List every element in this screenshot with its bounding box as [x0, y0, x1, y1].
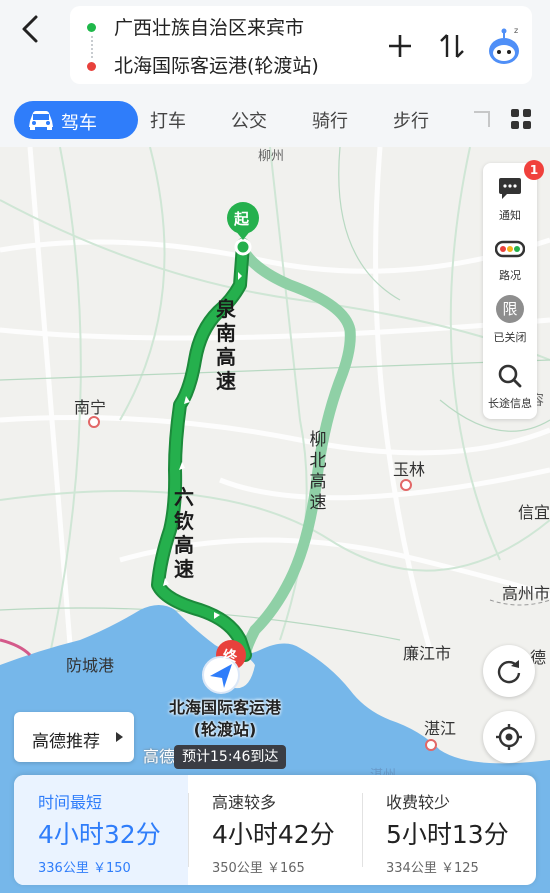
- svg-text:z: z: [514, 26, 518, 35]
- city-dot-nanning: [88, 416, 100, 428]
- city-label-gaozhou: 高州市: [502, 584, 550, 603]
- origin-dot-icon: [87, 23, 96, 32]
- route-duration: 4小时42分: [212, 820, 335, 849]
- traffic-button[interactable]: 路况: [483, 229, 537, 289]
- start-marker-label: 起: [234, 210, 250, 228]
- city-label-xinyi: 信宜: [518, 503, 550, 522]
- tab-more-partial: [474, 111, 490, 127]
- refresh-icon: [497, 660, 521, 684]
- locate-button[interactable]: [483, 711, 535, 763]
- swap-route-icon[interactable]: [434, 28, 470, 64]
- locate-crosshair-icon: [496, 724, 522, 750]
- city-dot-yulin: [400, 479, 412, 491]
- route-distance-cost: 350公里 ￥165: [212, 861, 305, 876]
- add-waypoint-icon[interactable]: [382, 28, 418, 64]
- search-info-button[interactable]: 长途信息: [483, 355, 537, 415]
- car-icon: [29, 111, 53, 130]
- message-icon: [499, 178, 521, 199]
- city-label-zhanjiang: 湛江: [424, 719, 457, 738]
- tab-cycle[interactable]: 骑行: [312, 107, 348, 133]
- destination-field[interactable]: 北海国际客运港(轮渡站): [114, 51, 319, 78]
- origin-field[interactable]: 广西壮族自治区来宾市: [114, 13, 304, 40]
- top-bar: 广西壮族自治区来宾市 北海国际客运港(轮渡站) z: [0, 0, 550, 95]
- route-connector: [91, 36, 94, 58]
- caret-right-icon: [116, 732, 123, 742]
- notify-count-badge: 1: [524, 160, 544, 180]
- route-options-panel: 时间最短 4小时32分 336公里 ￥150 高速较多 4小时42分 350公里…: [14, 775, 536, 885]
- refresh-button[interactable]: [483, 645, 535, 697]
- route-tag: 高速较多: [212, 793, 277, 812]
- map-tools-panel: 通知 路况 限 已关闭 长途信息: [483, 163, 537, 419]
- gaode-recommend-button[interactable]: 高德推荐: [14, 712, 134, 762]
- road-label-liubei: 柳北高速: [309, 430, 327, 513]
- route-distance-cost: 334公里 ￥125: [386, 861, 479, 876]
- city-label-top: 柳州: [258, 149, 285, 164]
- route-duration: 5小时13分: [386, 820, 509, 849]
- arrival-time-badge: 预计15:46到达: [174, 745, 287, 769]
- tab-drive-label: 驾车: [61, 113, 97, 134]
- notify-label: 通知: [499, 209, 521, 222]
- traffic-label: 路况: [499, 269, 521, 282]
- grid-menu-icon[interactable]: [510, 108, 532, 130]
- tab-walk[interactable]: 步行: [393, 107, 429, 133]
- city-label-yulin: 玉林: [393, 460, 426, 479]
- city-label-nanning: 南宁: [74, 398, 107, 417]
- back-arrow-icon[interactable]: [16, 12, 46, 46]
- route-duration: 4小时32分: [38, 820, 161, 849]
- limit-label: 已关闭: [493, 331, 527, 344]
- road-label-quannan: 泉南高速: [216, 297, 236, 393]
- tab-taxi[interactable]: 打车: [150, 107, 186, 133]
- city-dot-zhanjiang: [425, 739, 437, 751]
- destination-dot-icon: [87, 62, 96, 71]
- limit-icon: 限: [496, 295, 524, 323]
- route-distance-cost: 336公里 ￥150: [38, 861, 131, 876]
- tab-drive[interactable]: 驾车: [14, 101, 138, 139]
- recommend-label: 高德推荐: [32, 732, 100, 752]
- search-icon: [498, 364, 522, 388]
- route-tag: 时间最短: [38, 793, 103, 812]
- assistant-robot-icon[interactable]: z: [484, 24, 524, 68]
- road-label-liuqin: 六钦高速: [174, 485, 194, 581]
- traffic-light-icon: [495, 240, 525, 258]
- tab-bus[interactable]: 公交: [231, 107, 267, 133]
- route-input-box: 广西壮族自治区来宾市 北海国际客运港(轮渡站) z: [70, 6, 532, 84]
- search-info-label: 长途信息: [488, 397, 532, 410]
- route-option-lowfee[interactable]: 收费较少 5小时13分 334公里 ￥125: [362, 775, 536, 885]
- route-tag: 收费较少: [386, 793, 451, 812]
- transport-mode-tabs: 驾车 打车 公交 骑行 步行: [0, 95, 550, 147]
- route-option-fastest[interactable]: 时间最短 4小时32分 336公里 ￥150: [14, 775, 188, 885]
- end-marker-label: 终: [223, 649, 237, 665]
- city-label-fangcheng: 防城港: [66, 656, 115, 675]
- limit-button[interactable]: 限 已关闭: [483, 291, 537, 351]
- destination-map-label: 北海国际客运港(轮渡站): [168, 698, 281, 739]
- city-label-lianjiang: 廉江市: [403, 644, 452, 663]
- route-option-highway[interactable]: 高速较多 4小时42分 350公里 ￥165: [188, 775, 362, 885]
